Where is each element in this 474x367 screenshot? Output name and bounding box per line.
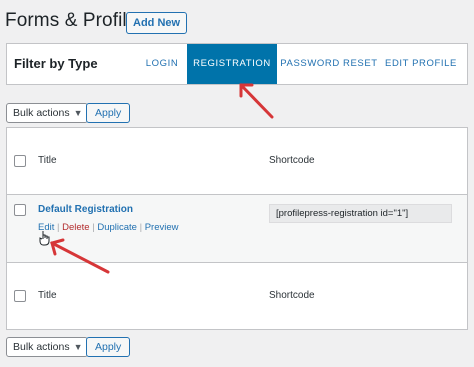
bulk-actions-label-bottom: Bulk actions [13, 341, 70, 353]
apply-button-top[interactable]: Apply [86, 103, 131, 123]
tab-registration[interactable]: REGISTRATION [187, 44, 277, 84]
arrow-icon [239, 83, 274, 119]
preview-link[interactable]: Preview [145, 222, 179, 233]
filter-label: Filter by Type [14, 56, 98, 71]
bulk-actions-select-bottom[interactable]: Bulk actions ▼ [6, 337, 88, 357]
hand-cursor-icon [39, 231, 50, 246]
forms-table: Title Shortcode Default Registration Edi… [6, 127, 468, 330]
row-actions: Edit | Delete | Duplicate | Preview [38, 222, 179, 233]
bulk-actions-select-top[interactable]: Bulk actions ▼ [6, 103, 88, 123]
delete-link[interactable]: Delete [62, 222, 89, 233]
chevron-down-icon: ▼ [73, 108, 83, 118]
tab-login[interactable]: LOGIN [137, 44, 187, 84]
table-header: Title Shortcode [7, 128, 467, 195]
tab-password-reset[interactable]: PASSWORD RESET [279, 44, 379, 84]
filter-bar: Filter by Type LOGIN REGISTRATION PASSWO… [6, 43, 468, 85]
select-all-checkbox-footer[interactable] [14, 290, 26, 302]
chevron-down-icon: ▼ [73, 342, 83, 352]
tab-edit-profile[interactable]: EDIT PROFILE [381, 44, 461, 84]
add-new-button[interactable]: Add New [126, 12, 188, 34]
table-footer: Title Shortcode [7, 262, 467, 329]
select-all-checkbox[interactable] [14, 155, 26, 167]
bulk-actions-label: Bulk actions [13, 107, 70, 119]
column-title-footer: Title [38, 290, 57, 301]
duplicate-link[interactable]: Duplicate [97, 222, 137, 233]
column-title: Title [38, 155, 57, 166]
apply-button-bottom[interactable]: Apply [86, 337, 131, 357]
shortcode-field[interactable]: [profilepress-registration id="1"] [269, 204, 452, 223]
column-shortcode: Shortcode [269, 155, 315, 166]
row-title-link[interactable]: Default Registration [38, 204, 133, 215]
column-shortcode-footer: Shortcode [269, 290, 315, 301]
row-checkbox[interactable] [14, 204, 26, 216]
table-row: Default Registration Edit | Delete | Dup… [7, 195, 467, 262]
